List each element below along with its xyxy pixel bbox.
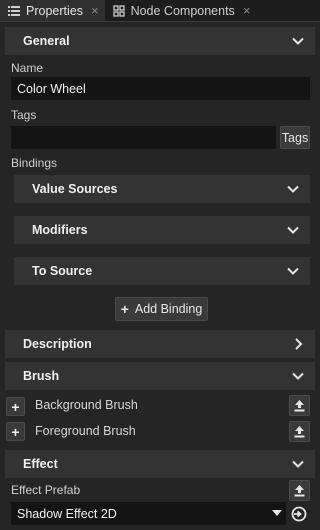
upload-effect-prefab-button[interactable] — [289, 480, 310, 501]
tab-properties[interactable]: Properties × — [0, 0, 105, 21]
modifiers-title: Modifiers — [32, 223, 88, 237]
add-binding-label: Add Binding — [134, 302, 203, 316]
modifiers-header[interactable]: Modifiers — [14, 216, 310, 244]
components-icon — [112, 4, 125, 17]
bindings-label: Bindings — [11, 156, 58, 170]
effect-prefab-value: Shadow Effect 2D — [17, 506, 117, 521]
value-sources-header[interactable]: Value Sources — [14, 175, 310, 203]
upload-foreground-brush-button[interactable] — [289, 421, 310, 442]
tags-label: Tags — [11, 108, 37, 122]
add-binding-button[interactable]: + Add Binding — [115, 297, 208, 321]
background-brush-label: Background Brush — [35, 398, 138, 412]
section-description-title: Description — [23, 337, 92, 351]
add-foreground-brush-button[interactable]: + — [6, 422, 25, 441]
close-icon[interactable]: × — [91, 3, 99, 18]
section-description-header[interactable]: Description — [5, 330, 315, 358]
upload-icon — [294, 485, 305, 497]
section-effect-title: Effect — [23, 457, 58, 471]
to-source-title: To Source — [32, 264, 93, 278]
add-background-brush-button[interactable]: + — [6, 397, 25, 416]
tags-input[interactable] — [11, 126, 276, 149]
chevron-right-icon — [295, 338, 303, 350]
chevron-down-icon — [287, 185, 299, 193]
tags-button[interactable]: Tags — [280, 126, 310, 149]
effect-prefab-label: Effect Prefab — [11, 483, 81, 497]
chevron-down-icon — [292, 372, 304, 380]
name-label: Name — [11, 61, 44, 75]
name-field[interactable]: Color Wheel — [11, 77, 310, 100]
tab-bar: Properties × Node Components × — [0, 0, 320, 22]
list-icon — [8, 5, 20, 16]
effect-prefab-select[interactable]: Shadow Effect 2D — [11, 502, 286, 525]
section-general-title: General — [23, 34, 70, 48]
chevron-down-icon — [287, 267, 299, 275]
chevron-down-icon — [287, 226, 299, 234]
plus-icon: + — [11, 423, 20, 440]
section-effect-header[interactable]: Effect — [5, 450, 315, 478]
caret-down-icon — [272, 510, 282, 516]
section-brush-title: Brush — [23, 369, 60, 383]
section-brush-header[interactable]: Brush — [5, 362, 315, 390]
tab-node-components[interactable]: Node Components × — [105, 0, 257, 21]
tab-node-components-label: Node Components — [130, 3, 235, 18]
foreground-brush-label: Foreground Brush — [35, 424, 136, 438]
chevron-down-icon — [292, 460, 304, 468]
to-source-header[interactable]: To Source — [14, 257, 310, 285]
reset-effect-prefab-button[interactable] — [290, 505, 308, 523]
plus-icon: + — [120, 301, 129, 317]
section-general-header[interactable]: General — [5, 27, 315, 55]
close-icon[interactable]: × — [243, 3, 251, 18]
plus-icon: + — [11, 398, 20, 415]
chevron-down-icon — [292, 37, 304, 45]
upload-icon — [294, 426, 305, 438]
value-sources-title: Value Sources — [32, 182, 118, 196]
upload-background-brush-button[interactable] — [289, 395, 310, 416]
arrow-reset-icon — [291, 506, 307, 522]
tab-properties-label: Properties — [26, 3, 83, 18]
upload-icon — [294, 400, 305, 412]
